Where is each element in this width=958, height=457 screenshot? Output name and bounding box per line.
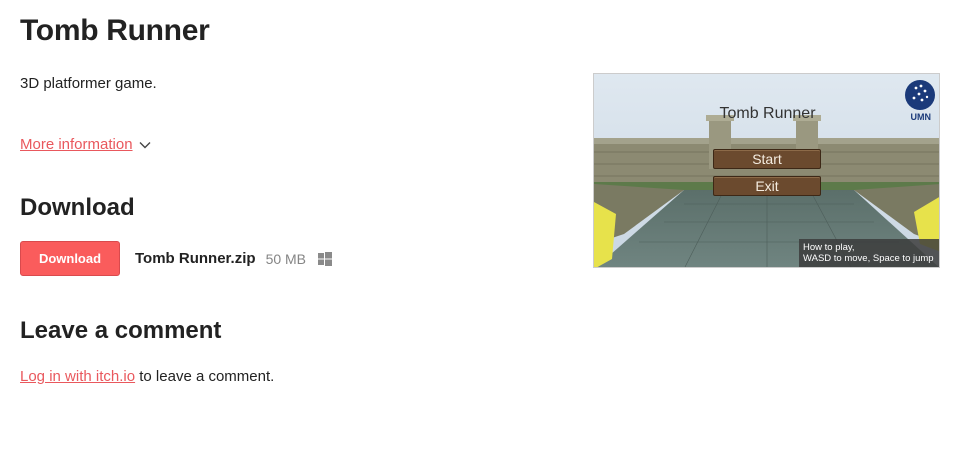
download-heading: Download <box>20 194 135 221</box>
download-row: Download Tomb Runner.zip 50 MB <box>20 241 333 276</box>
file-name: Tomb Runner.zip <box>135 250 256 267</box>
screenshot-start-button: Start <box>713 149 821 169</box>
help-line-1: How to play, <box>803 242 855 253</box>
comment-prompt: Log in with itch.io to leave a comment. <box>20 368 274 385</box>
more-information-label: More information <box>20 136 133 153</box>
game-description: 3D platformer game. <box>20 75 157 92</box>
chevron-down-icon <box>139 141 151 148</box>
comment-prompt-suffix: to leave a comment. <box>135 368 275 385</box>
download-button[interactable]: Download <box>20 241 120 276</box>
comment-heading: Leave a comment <box>20 317 222 344</box>
screenshot-title: Tomb Runner <box>719 105 816 122</box>
umn-logo: UMN <box>910 112 932 122</box>
login-link[interactable]: Log in with itch.io <box>20 368 135 385</box>
game-screenshot[interactable]: Tomb Runner Start Exit UMN How to play, … <box>593 73 940 268</box>
help-line-2: WASD to move, Space to jump <box>803 253 934 264</box>
file-size: 50 MB <box>265 250 307 267</box>
screenshot-exit-button: Exit <box>713 176 821 196</box>
windows-icon <box>318 251 333 266</box>
more-information-toggle[interactable]: More information <box>20 136 151 153</box>
screenshot-help-text: How to play, WASD to move, Space to jump <box>799 239 939 267</box>
page-title: Tomb Runner <box>20 14 210 47</box>
game-page: Tomb Runner 3D platformer game. More inf… <box>0 0 958 457</box>
